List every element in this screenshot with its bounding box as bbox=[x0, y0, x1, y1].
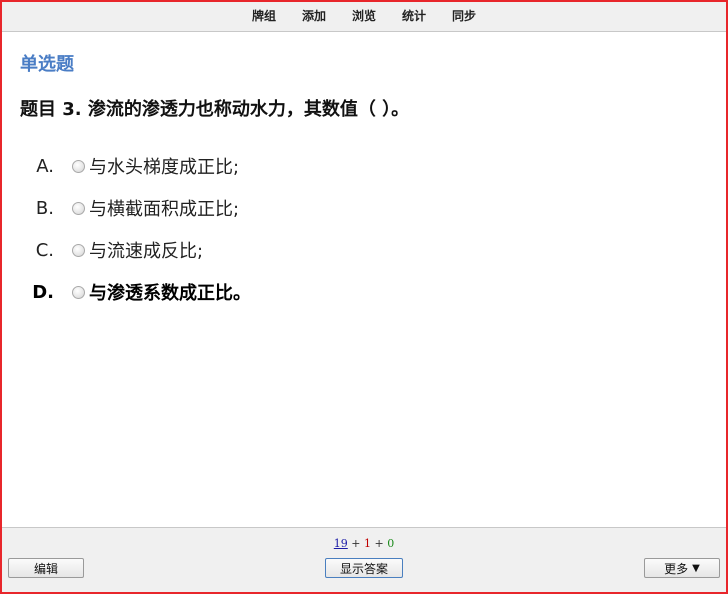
learn-count: 1 bbox=[364, 537, 371, 550]
question-title: 题目 3. 渗流的渗透力也称动水力，其数值（ ）。 bbox=[20, 99, 410, 120]
review-count: 0 bbox=[387, 537, 395, 550]
nav-sync[interactable]: 同步 bbox=[452, 2, 476, 31]
question-type-label: 单选题 bbox=[20, 54, 74, 75]
option-letter: C. bbox=[35, 239, 54, 261]
show-answer-button[interactable]: 显示答案 bbox=[325, 558, 403, 578]
nav-browse[interactable]: 浏览 bbox=[352, 2, 376, 31]
option-text: 与渗透系数成正比。 bbox=[89, 283, 251, 304]
count-separator: + bbox=[351, 537, 361, 550]
bottom-bar: 19 + 1 + 0 编辑 显示答案 更多 ▼ bbox=[2, 527, 726, 592]
nav-add[interactable]: 添加 bbox=[302, 2, 326, 31]
nav-decks[interactable]: 牌组 bbox=[252, 2, 276, 31]
count-separator: + bbox=[374, 537, 384, 550]
option-c[interactable]: C. 与流速成反比; bbox=[20, 229, 706, 271]
radio-button[interactable] bbox=[72, 201, 85, 215]
dropdown-arrow-icon: ▼ bbox=[692, 562, 700, 574]
radio-button[interactable] bbox=[72, 285, 85, 299]
option-d[interactable]: D. 与渗透系数成正比。 bbox=[20, 271, 706, 313]
more-button[interactable]: 更多 ▼ bbox=[644, 558, 720, 578]
option-letter: A. bbox=[36, 155, 54, 177]
edit-button[interactable]: 编辑 bbox=[8, 558, 84, 578]
top-toolbar: 牌组 添加 浏览 统计 同步 bbox=[2, 2, 726, 32]
option-a[interactable]: A. 与水头梯度成正比; bbox=[20, 145, 706, 187]
nav-stats[interactable]: 统计 bbox=[402, 2, 426, 31]
option-text: 与水头梯度成正比; bbox=[89, 157, 240, 178]
option-b[interactable]: B. 与横截面积成正比; bbox=[20, 187, 706, 229]
reviewer-window: 牌组 添加 浏览 统计 同步 单选题 题目 3. 渗流的渗透力也称动水力，其数值… bbox=[0, 0, 728, 594]
option-letter: B. bbox=[35, 197, 54, 219]
options-list: A. 与水头梯度成正比; B. 与横截面积成正比; C. 与流速成反比; D. … bbox=[20, 145, 706, 313]
option-letter: D. bbox=[32, 281, 54, 303]
due-counts: 19 + 1 + 0 bbox=[2, 537, 726, 550]
card-content: 单选题 题目 3. 渗流的渗透力也称动水力，其数值（ ）。 A. 与水头梯度成正… bbox=[20, 52, 706, 313]
option-text: 与流速成反比; bbox=[89, 241, 204, 262]
radio-button[interactable] bbox=[72, 159, 85, 173]
option-text: 与横截面积成正比; bbox=[89, 199, 240, 220]
new-count[interactable]: 19 bbox=[334, 537, 348, 550]
radio-button[interactable] bbox=[72, 243, 85, 257]
more-label: 更多 bbox=[664, 561, 689, 576]
